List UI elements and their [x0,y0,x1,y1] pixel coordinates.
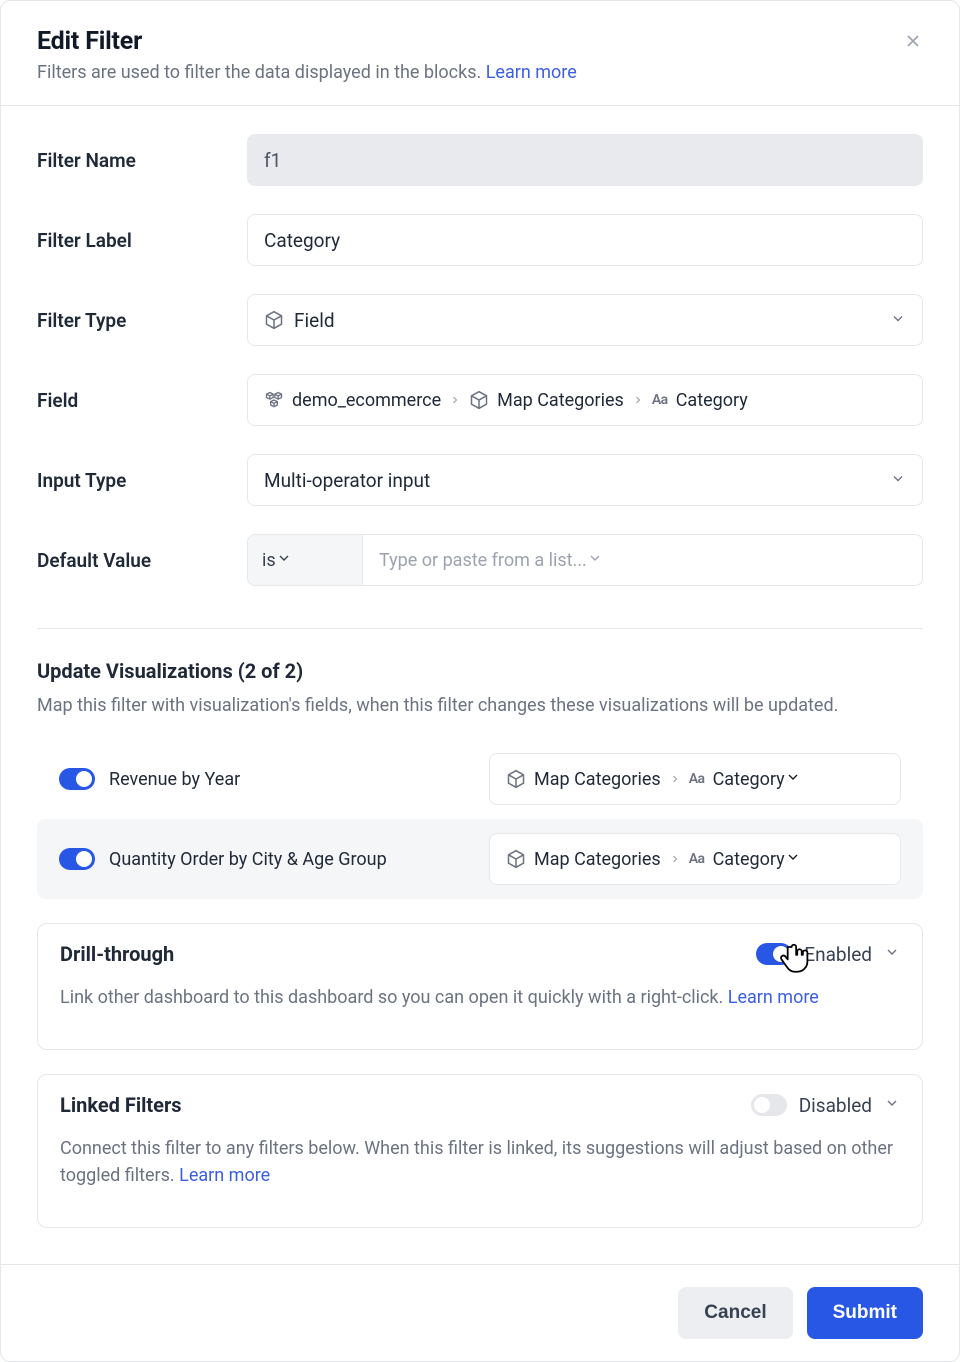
toggle-viz-0[interactable] [59,768,95,790]
state-linked-filters: Disabled [799,1094,872,1117]
chevron-down-icon[interactable] [884,1095,900,1115]
modal-footer: Cancel Submit [1,1264,959,1361]
chevron-down-icon [785,769,801,789]
chevron-down-icon[interactable] [884,944,900,964]
label-input-type: Input Type [37,469,247,492]
cube-icon [506,769,526,789]
section-desc-visualizations: Map this filter with visualization's fie… [37,693,923,719]
row-filter-type: Filter Type Field [37,294,923,346]
row-default-value: Default Value is Type or paste from a li… [37,534,923,586]
subtitle-text: Filters are used to filter the data disp… [37,62,481,83]
input-filter-name: f1 [247,134,923,186]
viz-name-1: Quantity Order by City & Age Group [109,849,387,870]
row-field: Field demo_ecommerce Map Categories [37,374,923,426]
drill-desc-text: Link other dashboard to this dashboard s… [60,987,728,1008]
toggle-drill-through[interactable] [756,943,792,965]
panel-drill-through: Drill-through Enabled Link other dashboa… [37,923,923,1050]
value-input-type: Multi-operator input [264,469,430,492]
bc-item-0: demo_ecommerce [292,390,441,411]
panel-desc-linked: Connect this filter to any filters below… [60,1135,900,1189]
select-input-type[interactable]: Multi-operator input [247,454,923,506]
chevron-down-icon [276,550,292,571]
text-type-icon: Aa [689,851,705,867]
chevron-down-icon [587,550,603,571]
value-operator: is [262,550,276,571]
field-breadcrumb: demo_ecommerce Map Categories Aa Categor… [264,390,748,411]
viz-bc-0-0: Map Categories [534,769,661,790]
state-drill-through: Enabled [804,943,872,966]
bc-item-1: Map Categories [497,390,624,411]
select-operator[interactable]: is [247,534,363,586]
close-icon[interactable] [903,31,923,51]
cancel-button[interactable]: Cancel [678,1287,792,1339]
modal-subtitle: Filters are used to filter the data disp… [37,62,923,83]
cubes-icon [264,390,284,410]
text-type-icon: Aa [652,392,668,408]
chevron-down-icon [890,469,906,492]
value-filter-name: f1 [264,149,281,172]
value-filter-label: Category [264,229,340,252]
panel-desc-drill: Link other dashboard to this dashboard s… [60,984,900,1011]
row-filter-label: Filter Label Category [37,214,923,266]
viz-breadcrumb-0: Map Categories Aa Category [506,769,785,790]
viz-row-1: Quantity Order by City & Age Group Map C… [37,819,923,899]
submit-button[interactable]: Submit [807,1287,923,1339]
viz-bc-0-1: Category [713,769,785,790]
section-title-visualizations: Update Visualizations (2 of 2) [37,659,923,683]
viz-breadcrumb-1: Map Categories Aa Category [506,849,785,870]
bc-item-2: Category [676,390,748,411]
drill-learn-more-link[interactable]: Learn more [728,987,819,1008]
chevron-down-icon [890,309,906,332]
modal-header: Edit Filter Filters are used to filter t… [1,1,959,106]
chevron-right-icon [669,769,681,790]
label-filter-type: Filter Type [37,309,247,332]
chevron-right-icon [669,849,681,870]
label-filter-name: Filter Name [37,149,247,172]
toggle-linked-filters[interactable] [751,1094,787,1116]
divider [37,628,923,629]
panel-title-linked: Linked Filters [60,1093,182,1117]
viz-row-0: Revenue by Year Map Categories Aa Catego… [37,739,923,819]
select-viz-field-1[interactable]: Map Categories Aa Category [489,833,901,885]
row-filter-name: Filter Name f1 [37,134,923,186]
label-default-value: Default Value [37,549,247,572]
viz-name-0: Revenue by Year [109,769,240,790]
select-viz-field-0[interactable]: Map Categories Aa Category [489,753,901,805]
cube-icon [506,849,526,869]
input-filter-label[interactable]: Category [247,214,923,266]
chevron-right-icon [449,390,461,411]
panel-linked-filters: Linked Filters Disabled Connect this fil… [37,1074,923,1228]
cube-icon [469,390,489,410]
chevron-down-icon [785,849,801,869]
row-input-type: Input Type Multi-operator input [37,454,923,506]
learn-more-link[interactable]: Learn more [486,62,577,83]
panel-title-drill: Drill-through [60,942,174,966]
placeholder-default-value: Type or paste from a list... [379,550,587,571]
toggle-viz-1[interactable] [59,848,95,870]
text-type-icon: Aa [689,771,705,787]
modal-title: Edit Filter [37,27,923,56]
label-filter-label: Filter Label [37,229,247,252]
cube-icon [264,310,284,330]
label-field: Field [37,389,247,412]
edit-filter-modal: Edit Filter Filters are used to filter t… [0,0,960,1362]
value-filter-type: Field [294,309,335,332]
viz-bc-1-0: Map Categories [534,849,661,870]
modal-body: Filter Name f1 Filter Label Category Fil… [1,106,959,1228]
select-field[interactable]: demo_ecommerce Map Categories Aa Categor… [247,374,923,426]
chevron-right-icon [632,390,644,411]
viz-bc-1-1: Category [713,849,785,870]
select-filter-type[interactable]: Field [247,294,923,346]
input-default-value[interactable]: Type or paste from a list... [363,534,923,586]
linked-learn-more-link[interactable]: Learn more [179,1165,270,1186]
